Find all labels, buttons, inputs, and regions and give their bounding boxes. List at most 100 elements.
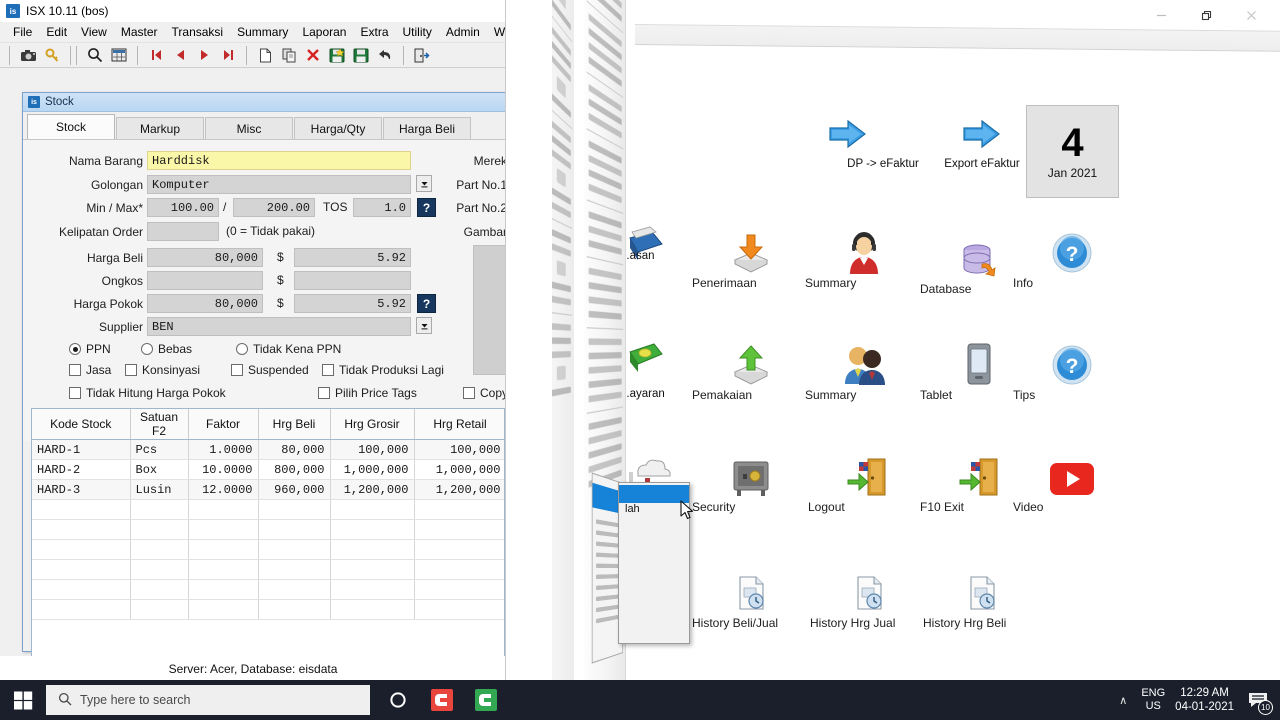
close-icon[interactable] — [1229, 0, 1274, 30]
table-row-empty[interactable] — [32, 519, 504, 540]
prev-record-icon[interactable] — [169, 45, 191, 66]
max-input[interactable]: 200.00 — [233, 198, 315, 217]
table-row-empty[interactable] — [32, 499, 504, 520]
icon-info-label: Info — [1013, 276, 1034, 290]
red-c-app-icon[interactable] — [420, 680, 464, 720]
icon-video[interactable]: Video — [1013, 452, 1131, 513]
table-row[interactable]: HARD-1 Pcs 1.0000 80,000 100,000 100,000 — [32, 439, 504, 460]
col-kode-stock: Kode Stock — [32, 409, 131, 440]
cortana-icon[interactable] — [376, 680, 420, 720]
copy-icon[interactable] — [278, 45, 300, 66]
table-row-empty[interactable] — [32, 559, 504, 580]
checkbox-suspended[interactable]: Suspended — [231, 363, 309, 377]
golongan-input[interactable]: Komputer — [147, 175, 411, 194]
icon-history-hrg-beli[interactable]: History Hrg Beli — [923, 568, 1041, 629]
icon-summary-people[interactable]: Summary — [805, 340, 923, 401]
ongkos-input[interactable] — [147, 271, 263, 290]
action-center-button[interactable]: 10 — [1244, 686, 1273, 715]
language-indicator[interactable]: ENG US — [1141, 687, 1165, 713]
harga-beli-usd-input[interactable]: 5.92 — [294, 248, 411, 267]
search-input[interactable]: Type here to search — [46, 685, 370, 715]
icon-info[interactable]: ? Info — [1013, 228, 1131, 289]
exit-icon[interactable] — [411, 45, 433, 66]
radio-tidak-kena-ppn[interactable]: Tidak Kena PPN — [236, 342, 341, 356]
date-tile[interactable]: 4 Jan 2021 — [1026, 105, 1119, 198]
icon-tips[interactable]: ? Tips — [1013, 340, 1131, 401]
tab-harga-qty[interactable]: Harga/Qty — [294, 117, 382, 139]
chevron-up-icon[interactable]: ∧ — [1115, 694, 1131, 707]
save-as-icon[interactable] — [326, 45, 348, 66]
table-row-empty[interactable] — [32, 579, 504, 600]
delete-icon[interactable] — [302, 45, 324, 66]
menu-file[interactable]: File — [6, 23, 39, 41]
menu-utility[interactable]: Utility — [396, 23, 439, 41]
clock[interactable]: 12:29 AM 04-01-2021 — [1175, 686, 1234, 714]
radio-ppn[interactable]: PPN — [69, 342, 111, 356]
checkbox-konsinyasi[interactable]: Konsinyasi — [125, 363, 200, 377]
menu-window[interactable]: Window — [487, 23, 505, 41]
icon-history-beli-jual[interactable]: History Beli/Jual — [692, 568, 810, 629]
table-row-empty[interactable] — [32, 539, 504, 560]
save-icon[interactable] — [350, 45, 372, 66]
undo-icon[interactable] — [374, 45, 396, 66]
camera-icon[interactable] — [17, 45, 39, 66]
radio-bebas[interactable]: Bebas — [141, 342, 192, 356]
checkbox-tidak-produksi-lagi[interactable]: Tidak Produksi Lagi — [322, 363, 444, 377]
gambar-preview[interactable] — [473, 245, 505, 375]
icon-penerimaan[interactable]: Penerimaan — [692, 228, 810, 289]
checkbox-pilih-price-tags[interactable]: Pilih Price Tags — [318, 386, 417, 400]
menu-view[interactable]: View — [74, 23, 114, 41]
nama-barang-input[interactable]: Harddisk — [147, 151, 411, 170]
harga-pokok-input[interactable]: 80,000 — [147, 294, 263, 313]
export-efaktur-arrow-icon[interactable] — [962, 118, 1002, 157]
search-icon[interactable] — [84, 45, 106, 66]
tab-stock[interactable]: Stock — [27, 114, 115, 139]
icon-logout[interactable]: Logout — [808, 452, 926, 513]
icon-summary-operator[interactable]: Summary — [805, 228, 923, 289]
ongkos-usd-input[interactable] — [294, 271, 411, 290]
menu-edit[interactable]: Edit — [39, 23, 74, 41]
menu-admin[interactable]: Admin — [439, 23, 487, 41]
checkbox-tidak-hitung-harga-pokok[interactable]: Tidak Hitung Harga Pokok — [69, 386, 226, 400]
supplier-dropdown-button[interactable] — [416, 317, 432, 334]
key-icon[interactable] — [41, 45, 63, 66]
cell-hrg-beli: 80,000 — [258, 439, 331, 460]
table-row[interactable]: HARD-2 Box 10.0000 800,000 1,000,000 1,0… — [32, 459, 504, 480]
min-input[interactable]: 100.00 — [147, 198, 219, 217]
green-c-app-icon[interactable] — [464, 680, 508, 720]
next-record-icon[interactable] — [193, 45, 215, 66]
menu-extra[interactable]: Extra — [353, 23, 395, 41]
table-row-empty[interactable] — [32, 599, 504, 620]
restore-icon[interactable] — [1184, 0, 1229, 30]
tab-misc[interactable]: Misc — [205, 117, 293, 139]
menu-laporan[interactable]: Laporan — [295, 23, 353, 41]
radio-tidak-kena-ppn-label: Tidak Kena PPN — [253, 342, 342, 356]
tab-markup[interactable]: Markup — [116, 117, 204, 139]
menu-master[interactable]: Master — [114, 23, 165, 41]
icon-pemakaian[interactable]: Pemakaian — [692, 340, 810, 401]
supplier-input[interactable]: BEN — [147, 317, 411, 336]
new-icon[interactable] — [254, 45, 276, 66]
minimize-icon[interactable] — [1139, 0, 1184, 30]
harga-pokok-usd-input[interactable]: 5.92 — [294, 294, 411, 313]
tos-input[interactable]: 1.0 — [353, 198, 411, 217]
kelipatan-order-input[interactable] — [147, 222, 219, 241]
checkbox-jasa[interactable]: Jasa — [69, 363, 111, 377]
menu-summary[interactable]: Summary — [230, 23, 295, 41]
harga-beli-input[interactable]: 80,000 — [147, 248, 263, 267]
stock-units-grid[interactable]: Kode Stock Satuan F2 Faktor Hrg Beli Hrg… — [31, 408, 505, 662]
grid-icon[interactable] — [108, 45, 130, 66]
harga-pokok-help-button[interactable]: ? — [417, 294, 436, 313]
tab-harga-beli[interactable]: Harga Beli — [383, 117, 471, 139]
table-row[interactable]: HARD-3 Lusin 12.0000 960,000 1,200,000 1… — [32, 479, 504, 500]
first-record-icon[interactable] — [145, 45, 167, 66]
checkbox-copy-m[interactable]: Copy M — [463, 386, 505, 400]
last-record-icon[interactable] — [217, 45, 239, 66]
dp-efaktur-arrow-icon[interactable] — [828, 118, 868, 157]
col-faktor: Faktor — [188, 409, 259, 440]
windows-start-icon[interactable] — [0, 680, 46, 720]
icon-history-hrg-jual[interactable]: History Hrg Jual — [810, 568, 928, 629]
icon-security-label: Security — [692, 500, 736, 514]
menu-transaksi[interactable]: Transaksi — [165, 23, 231, 41]
icon-security[interactable]: Security — [692, 452, 810, 513]
